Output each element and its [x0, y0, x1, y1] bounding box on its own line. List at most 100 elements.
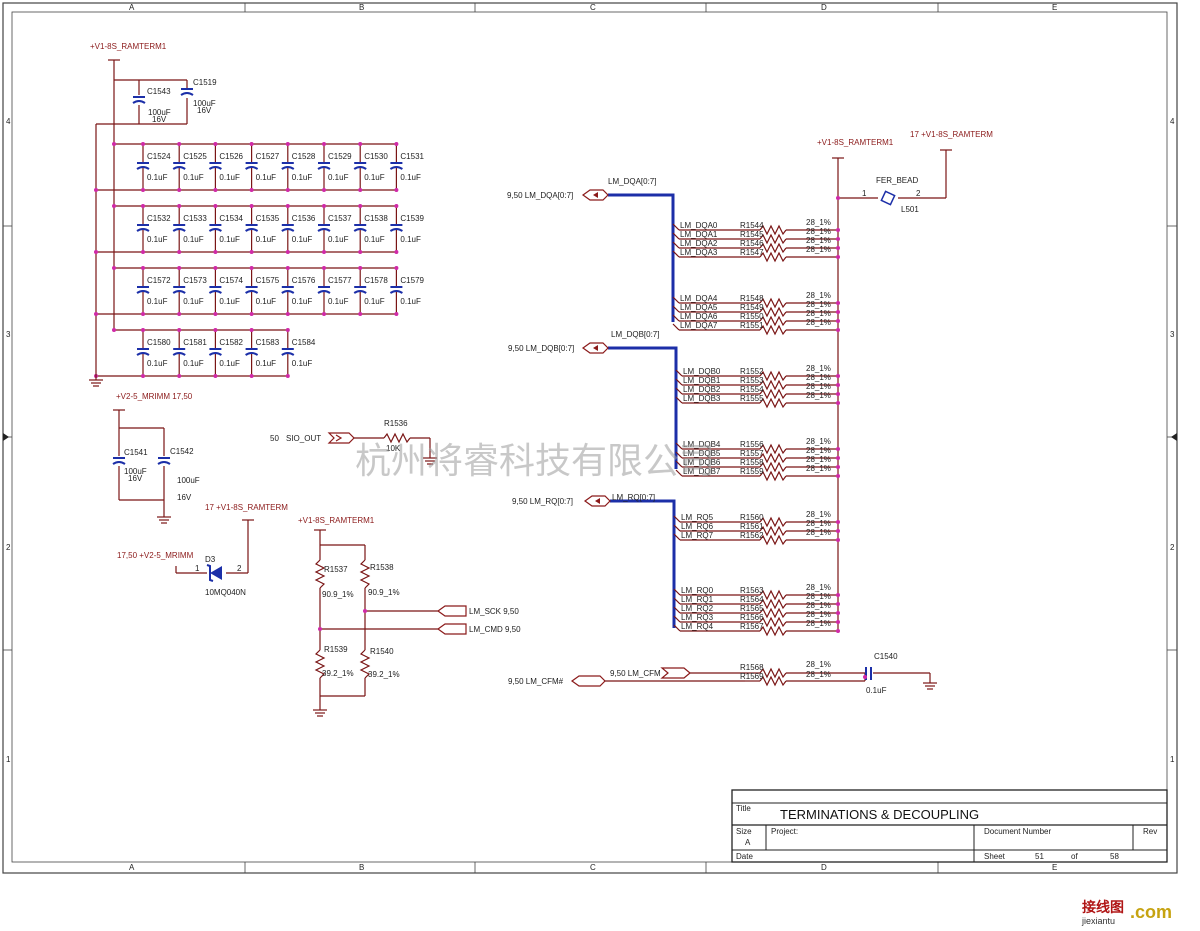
col-label-bot-a: A: [129, 863, 135, 872]
decoupling-cap-ref: C1535: [256, 214, 280, 223]
termination-resistor-ref: R1545: [740, 230, 764, 239]
cfm-r1-value: 28_1%: [806, 660, 831, 669]
decoupling-capacitor: C1535 0.1uF: [245, 204, 280, 254]
termination-resistor-ref: R1550: [740, 312, 764, 321]
row-label-right-1: 1: [1170, 755, 1175, 764]
divider-r2-ref: R1538: [370, 563, 394, 572]
termination-resistor-value: 28_1%: [806, 382, 831, 391]
decoupling-cap-ref: C1528: [292, 152, 316, 161]
decoupling-cap-value: 0.1uF: [292, 297, 313, 306]
decoupling-cap-value: 0.1uF: [328, 235, 349, 244]
decoupling-capacitor: C1526 0.1uF: [208, 142, 244, 192]
bulk-cap-voltage-2: 16V: [197, 106, 212, 115]
termination-resistor-ref: R1561: [740, 522, 764, 531]
sheet-frame: A B C D E A B C D E 4 3 2 1 4 3 2 1: [2, 2, 1178, 874]
termination-resistor: LM_DQB3 R1555 28_1%: [675, 391, 840, 409]
termination-resistor-ref: R1559: [740, 467, 764, 476]
decoupling-cap-value: 0.1uF: [183, 359, 204, 368]
decoupling-cap-ref: C1577: [328, 276, 352, 285]
termination-resistor-value: 28_1%: [806, 364, 831, 373]
watermark-text: 杭州将睿科技有限公司: [355, 440, 715, 481]
termination-net-label: LM_DQA3: [680, 248, 718, 257]
schematic-canvas: A B C D E A B C D E 4 3 2 1 4 3 2 1 Titl…: [2, 2, 1178, 926]
dqa-bus-label: LM_DQA[0:7]: [608, 177, 656, 186]
termination-resistor-value: 28_1%: [806, 510, 831, 519]
decoupling-cap-value: 0.1uF: [183, 173, 204, 182]
termination-net-label: LM_DQA4: [680, 294, 718, 303]
decoupling-cap-ref: C1537: [328, 214, 352, 223]
decoupling-cap-ref: C1582: [219, 338, 243, 347]
termination-net-label: LM_DQA0: [680, 221, 718, 230]
termination-net-label: LM_RQ3: [681, 613, 714, 622]
termination-resistor-value: 28_1%: [806, 218, 831, 227]
decoupling-cap-ref: C1531: [400, 152, 424, 161]
termination-net-label: LM_DQB2: [683, 385, 721, 394]
size-value: A: [745, 838, 751, 847]
termination-rows: LM_DQA0 R1544 28_1%LM_DQA1 R1545 28_1%LM_DQA…: [672, 218, 840, 637]
cfm-cap-value: 0.1uF: [866, 686, 887, 695]
col-label-top-d: D: [821, 3, 827, 12]
termination-resistor-value: 28_1%: [806, 464, 831, 473]
decoupling-cap-value: 0.1uF: [256, 235, 277, 244]
decoupling-rail-label: +V1-8S_RAMTERM1: [90, 42, 167, 51]
divider-r4-ref: R1540: [370, 647, 394, 656]
decoupling-cap-ref: C1530: [364, 152, 388, 161]
termination-net-label: LM_RQ4: [681, 622, 714, 631]
sio-resistor-ref: R1536: [384, 419, 408, 428]
decoupling-cap-rows: C1524 0.1uF C1525 0.1uF C1526 0.1uF C1527 0.1uF…: [94, 142, 425, 378]
decoupling-cap-value: 0.1uF: [256, 359, 277, 368]
termination-resistor-value: 28_1%: [806, 391, 831, 400]
termination-resistor-ref: R1566: [740, 613, 764, 622]
termination-resistor-value: 28_1%: [806, 373, 831, 382]
decoupling-cap-value: 0.1uF: [219, 297, 240, 306]
decoupling-cap-value: 0.1uF: [219, 359, 240, 368]
dqb-port-label: 9,50 LM_DQB[0:7]: [508, 344, 574, 353]
termination-resistor-ref: R1567: [740, 622, 764, 631]
decoupling-capacitor: C1578 0.1uF: [353, 266, 388, 316]
divider-r3-ref: R1539: [324, 645, 348, 654]
decoupling-capacitor: C1539 0.1uF: [389, 204, 425, 254]
decoupling-capacitor: C1537 0.1uF: [317, 204, 352, 254]
mrimm-cap-ref-2: C1542: [170, 447, 194, 456]
decoupling-capacitor: C1583 0.1uF: [245, 328, 280, 378]
decoupling-block: +V1-8S_RAMTERM1 C1543 100uF 16V C1519 10…: [89, 42, 425, 387]
termination-resistor-ref: R1555: [740, 394, 764, 403]
divider-r1-ref: R1537: [324, 565, 348, 574]
decoupling-cap-ref: C1578: [364, 276, 388, 285]
termination-resistor-ref: R1547: [740, 248, 764, 257]
ferrite-pin1: 1: [862, 189, 867, 198]
lm-sck-port-icon: [436, 605, 467, 617]
termination-resistor-ref: R1563: [740, 586, 764, 595]
schottky-diode-icon: [206, 564, 222, 582]
decoupling-cap-ref: C1580: [147, 338, 171, 347]
decoupling-cap-value: 0.1uF: [292, 235, 313, 244]
diode-part: 10MQ040N: [205, 588, 246, 597]
divider-r1-value: 90.9_1%: [322, 590, 354, 599]
mrimm-cap-value-2: 100uF: [177, 476, 200, 485]
termination-net-label: LM_RQ0: [681, 586, 714, 595]
termination-net-label: LM_DQA6: [680, 312, 718, 321]
decoupling-capacitor: C1525 0.1uF: [172, 142, 207, 192]
termination-resistor-ref: R1554: [740, 385, 764, 394]
sheet-total: 58: [1110, 852, 1119, 861]
row-label-right-2: 2: [1170, 543, 1175, 552]
decoupling-capacitor: C1536 0.1uF: [281, 204, 316, 254]
decoupling-cap-value: 0.1uF: [292, 173, 313, 182]
cfm-port-label: 9,50 LM_CFM#: [508, 677, 564, 686]
decoupling-capacitor: C1532 0.1uF: [136, 204, 171, 254]
sheet-label: Sheet: [984, 852, 1006, 861]
cfm-net-label: 9,50 LM_CFM: [610, 669, 661, 678]
decoupling-capacitor: C1582 0.1uF: [208, 328, 244, 378]
col-label-bot-b: B: [359, 863, 364, 872]
of-label: of: [1071, 852, 1078, 861]
termination-resistor-ref: R1546: [740, 239, 764, 248]
decoupling-capacitor: C1531 0.1uF: [389, 142, 425, 192]
termination-resistor-ref: R1562: [740, 531, 764, 540]
cfm-port-icon: [570, 675, 606, 687]
cfm-cap-ref: C1540: [874, 652, 898, 661]
termination-resistor: LM_DQA3 R1547 28_1%: [672, 245, 840, 263]
termination-resistor-value: 28_1%: [806, 610, 831, 619]
diode-pin1: 1: [195, 564, 200, 573]
decoupling-cap-ref: C1539: [400, 214, 424, 223]
termination-resistor-value: 28_1%: [806, 619, 831, 628]
